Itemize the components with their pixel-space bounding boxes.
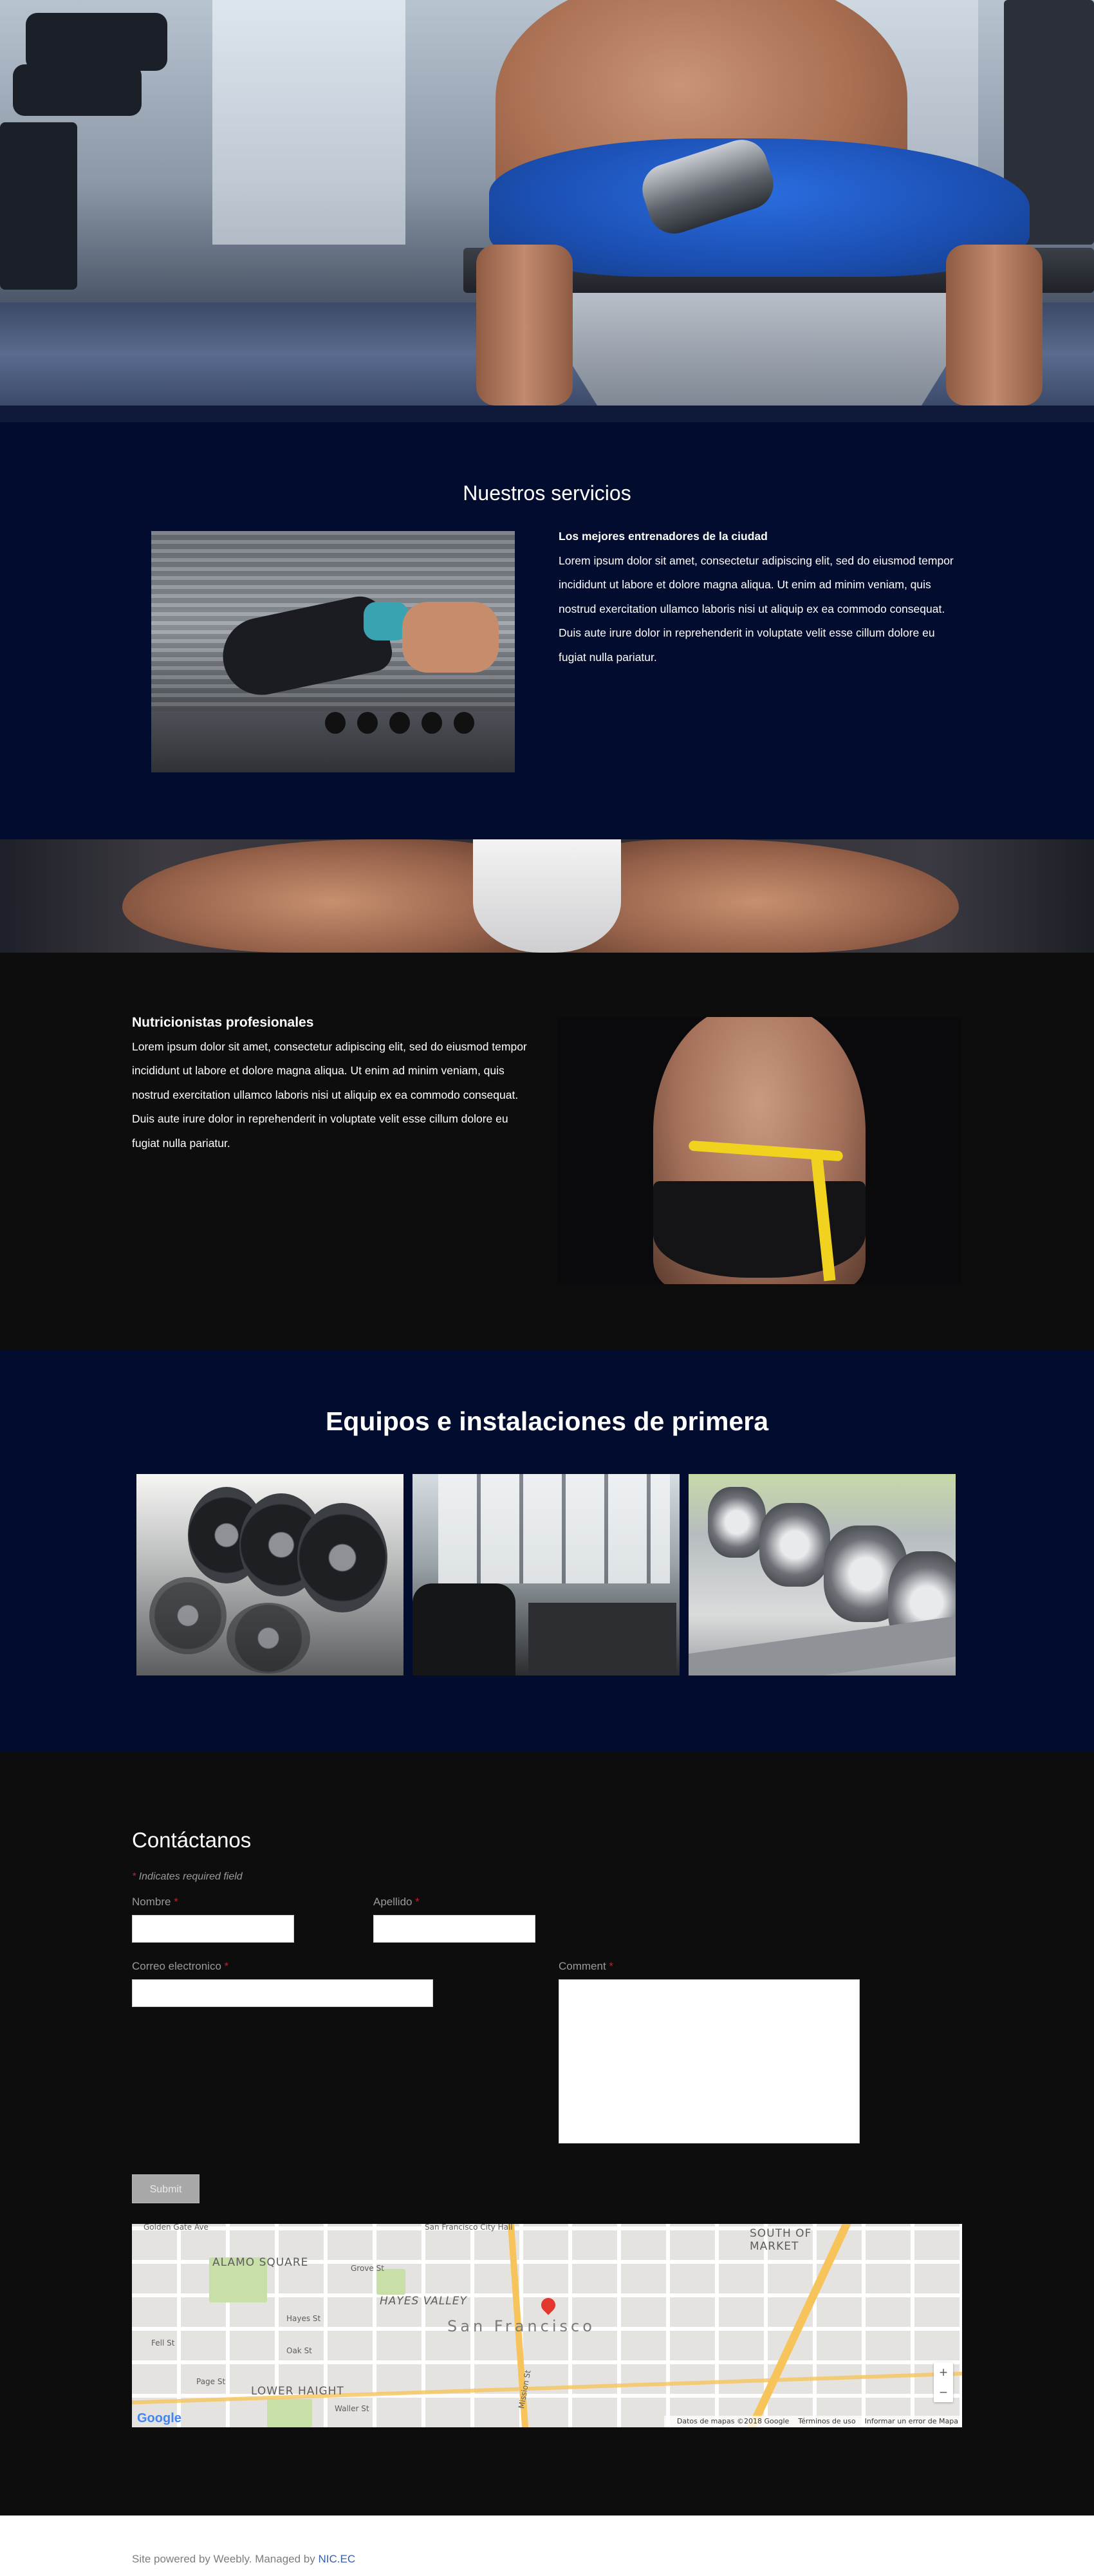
google-logo-text: Google	[137, 2411, 181, 2425]
treadmill	[528, 1603, 676, 1675]
hero-machine	[26, 13, 167, 71]
map-attribution: Datos de mapas ©2018 Google Términos de u…	[663, 2416, 962, 2427]
contact-title: Contáctanos	[132, 1828, 252, 1852]
hero-athlete-leg	[946, 245, 1043, 406]
weight-plate	[297, 1503, 387, 1612]
map-data-credit: Datos de mapas ©2018 Google	[676, 2417, 790, 2425]
map-label-grove-st: Grove St	[351, 2264, 384, 2273]
hero-machine	[0, 122, 77, 290]
comment-label: Comment *	[559, 1960, 613, 1973]
zoom-out-button[interactable]: −	[934, 2382, 953, 2402]
hero-banner-image	[0, 0, 1094, 406]
comment-label-text: Comment	[559, 1960, 606, 1972]
footer-text: Site powered by Weebly. Managed by	[132, 2553, 319, 2565]
zoom-in-button[interactable]: +	[934, 2362, 953, 2382]
map-label-city-hall: San Francisco City Hall	[425, 2224, 513, 2232]
map-label-page-st: Page St	[196, 2377, 226, 2386]
hero-athlete-leg	[476, 245, 573, 406]
hero-machine	[13, 64, 142, 116]
gym-windows	[438, 1474, 670, 1583]
footer-credit: Site powered by Weebly. Managed by NIC.E…	[132, 2553, 355, 2566]
training-couple-image	[151, 531, 515, 772]
kettlebell	[325, 712, 346, 734]
submit-button[interactable]: Submit	[132, 2174, 199, 2203]
kettlebell	[422, 712, 442, 734]
required-note-text: Indicates required field	[138, 1871, 243, 1882]
weight-plates-image	[136, 1474, 403, 1675]
kettlebell	[357, 712, 378, 734]
services-text: Los mejores entrenadores de la ciudad Lo…	[559, 525, 964, 669]
hero-divider	[0, 406, 1094, 422]
first-name-input[interactable]	[132, 1915, 294, 1943]
nutrition-heading: Nutricionistas profesionales	[132, 1015, 314, 1030]
nutrition-body: Lorem ipsum dolor sit amet, consectetur …	[132, 1040, 527, 1150]
dumbbell-rack-image	[689, 1474, 956, 1675]
elliptical-machine	[413, 1583, 515, 1675]
footer	[0, 2515, 1094, 2576]
email-input[interactable]	[132, 1979, 433, 2007]
weight-plate	[149, 1577, 227, 1654]
services-title: Nuestros servicios	[463, 481, 631, 505]
required-marker: *	[415, 1896, 420, 1908]
dumbbell	[708, 1487, 766, 1558]
dumbbell	[759, 1503, 830, 1587]
footer-link[interactable]: NIC.EC	[318, 2553, 355, 2565]
hero-bench-frame	[528, 293, 991, 406]
first-name-label-text: Nombre	[132, 1896, 171, 1908]
required-marker: *	[609, 1960, 614, 1972]
waist-measurement-image	[557, 1017, 962, 1284]
back-muscles-banner	[0, 839, 1094, 953]
required-marker: *	[174, 1896, 178, 1908]
last-name-label-text: Apellido	[373, 1896, 413, 1908]
map-label-south-of-market: SOUTH OF MARKET	[750, 2227, 812, 2253]
man-figure	[402, 602, 499, 673]
last-name-label: Apellido *	[373, 1896, 420, 1909]
dumbbell-rack	[689, 1616, 956, 1675]
map-label-fell-st: Fell St	[151, 2338, 175, 2347]
map-label-alamo-square: ALAMO SQUARE	[212, 2256, 309, 2269]
map-park	[267, 2399, 312, 2427]
email-label: Correo electronico *	[132, 1960, 228, 1973]
map-park	[376, 2269, 405, 2295]
kettlebell	[454, 712, 474, 734]
map-label-lower-haight: LOWER HAIGHT	[251, 2385, 344, 2398]
map-label-hayes-valley: HAYES VALLEY	[380, 2295, 467, 2308]
nutrition-text: Nutricionistas profesionales Lorem ipsum…	[132, 1011, 537, 1155]
map-label-hayes-st: Hayes St	[286, 2314, 321, 2323]
comment-textarea[interactable]	[559, 1979, 860, 2143]
required-marker: *	[224, 1960, 229, 1972]
map-label-city: San Francisco	[447, 2317, 595, 2335]
map-label-oak-st: Oak St	[286, 2346, 312, 2355]
first-name-label: Nombre *	[132, 1896, 178, 1909]
equipment-title: Equipos e instalaciones de primera	[325, 1406, 769, 1436]
location-map[interactable]: ALAMO SQUARE HAYES VALLEY SOUTH OF MARKE…	[132, 2224, 962, 2427]
required-marker: *	[132, 1871, 136, 1882]
required-note: * Indicates required field	[132, 1871, 243, 1883]
hero-window	[212, 0, 405, 245]
email-label-text: Correo electronico	[132, 1960, 221, 1972]
gym-interior-image	[413, 1474, 680, 1675]
services-heading: Los mejores entrenadores de la ciudad	[559, 530, 768, 543]
map-label-waller-st: Waller St	[335, 2404, 369, 2413]
last-name-input[interactable]	[373, 1915, 535, 1943]
map-report-link[interactable]: Informar un error de Mapa	[865, 2417, 958, 2425]
tank-top	[473, 839, 621, 953]
weight-plate	[227, 1603, 310, 1674]
map-terms-link[interactable]: Términos de uso	[798, 2417, 855, 2425]
map-label-golden-gate-ave: Golden Gate Ave	[144, 2224, 209, 2232]
services-body: Lorem ipsum dolor sit amet, consectetur …	[559, 554, 954, 664]
google-logo: Google	[137, 2411, 181, 2426]
map-zoom-control: + −	[934, 2362, 953, 2402]
kettlebell	[389, 712, 410, 734]
